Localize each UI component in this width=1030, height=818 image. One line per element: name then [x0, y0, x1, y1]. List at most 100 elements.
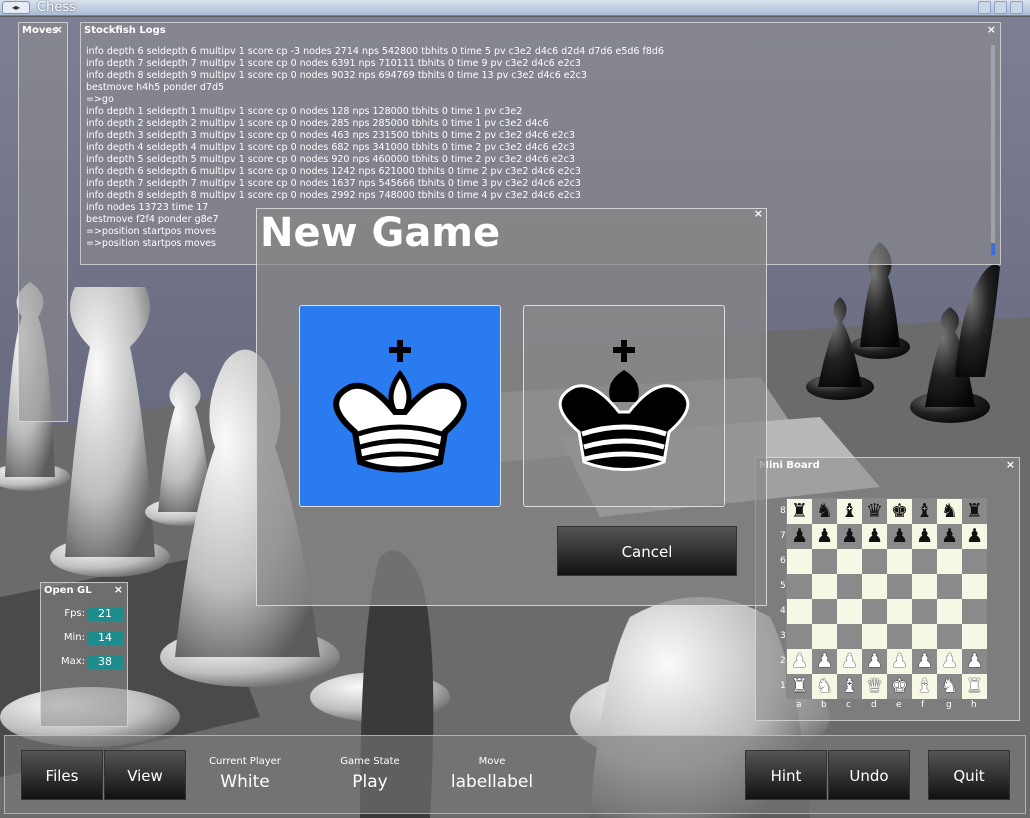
board-square-g7[interactable]: ♟ — [937, 524, 962, 549]
hint-button[interactable]: Hint — [745, 750, 827, 800]
board-square-a4[interactable] — [787, 599, 812, 624]
board-square-f2[interactable]: ♟ — [912, 649, 937, 674]
board-square-c6[interactable] — [837, 549, 862, 574]
board-square-e3[interactable] — [887, 624, 912, 649]
board-square-a7[interactable]: ♟ — [787, 524, 812, 549]
fps-value: 21 — [87, 607, 123, 621]
minimize-icon[interactable] — [978, 1, 991, 14]
mini-board-panel: Mini Board × ♜ ♞ ♝ ♛ ♚ ♝ ♞ ♜ ♟ ♟ ♟ ♟ ♟ ♟ ♟ ♟ ♟ ♟ ♟ ♟ ♟ ♟ ♟ ♟ ♜ ♞ ♝… — [755, 457, 1020, 721]
dialog-close-icon[interactable]: × — [754, 207, 763, 220]
board-square-a2[interactable]: ♟ — [787, 649, 812, 674]
files-button[interactable]: Files — [21, 750, 103, 800]
window-menu-button[interactable]: ◂▸ — [2, 1, 30, 14]
file-label: a — [796, 700, 802, 710]
board-square-a5[interactable] — [787, 574, 812, 599]
logs-close-icon[interactable]: × — [987, 23, 996, 36]
mini-board-close-icon[interactable]: × — [1006, 458, 1015, 471]
close-icon[interactable] — [1010, 1, 1023, 14]
board-square-f5[interactable] — [912, 574, 937, 599]
log-line: info depth 3 seldepth 3 multipv 1 score … — [86, 130, 575, 141]
board-square-h2[interactable]: ♟ — [962, 649, 987, 674]
min-row: Min: 14 — [41, 631, 125, 645]
board-square-g4[interactable] — [937, 599, 962, 624]
moves-close-icon[interactable]: × — [54, 23, 63, 36]
board-square-d3[interactable] — [862, 624, 887, 649]
board-square-a8[interactable]: ♜ — [787, 499, 812, 524]
white-king-choice[interactable] — [299, 305, 501, 507]
fps-row: Fps: 21 — [41, 607, 125, 621]
cancel-button[interactable]: Cancel — [557, 526, 737, 576]
board-square-c7[interactable]: ♟ — [837, 524, 862, 549]
mini-board-grid[interactable]: ♜ ♞ ♝ ♛ ♚ ♝ ♞ ♜ ♟ ♟ ♟ ♟ ♟ ♟ ♟ ♟ ♟ ♟ ♟ ♟ ♟ ♟ ♟ ♟ ♜ ♞ ♝ ♛ ♚ ♝ ♞ ♜ — [786, 498, 987, 699]
board-square-c3[interactable] — [837, 624, 862, 649]
board-square-f1[interactable]: ♝ — [912, 674, 937, 699]
board-square-c2[interactable]: ♟ — [837, 649, 862, 674]
log-line: info depth 1 seldepth 1 multipv 1 score … — [86, 106, 523, 117]
board-square-d4[interactable] — [862, 599, 887, 624]
white-king-icon — [333, 340, 467, 473]
moves-panel-title: Moves — [22, 25, 59, 36]
maximize-icon[interactable] — [994, 1, 1007, 14]
board-square-f8[interactable]: ♝ — [912, 499, 937, 524]
black-king-choice[interactable] — [523, 305, 725, 507]
board-square-d8[interactable]: ♛ — [862, 499, 887, 524]
board-square-a6[interactable] — [787, 549, 812, 574]
board-square-h3[interactable] — [962, 624, 987, 649]
board-square-a3[interactable] — [787, 624, 812, 649]
board-square-a1[interactable]: ♜ — [787, 674, 812, 699]
board-square-d2[interactable]: ♟ — [862, 649, 887, 674]
board-square-f3[interactable] — [912, 624, 937, 649]
board-square-c5[interactable] — [837, 574, 862, 599]
board-square-c1[interactable]: ♝ — [837, 674, 862, 699]
undo-button[interactable]: Undo — [828, 750, 910, 800]
board-square-e8[interactable]: ♚ — [887, 499, 912, 524]
move-value: labellabel — [450, 772, 534, 792]
board-square-h4[interactable] — [962, 599, 987, 624]
3d-chess-scene[interactable]: Moves × Stockfish Logs × info depth 6 se… — [0, 17, 1030, 818]
board-square-d7[interactable]: ♟ — [862, 524, 887, 549]
board-square-b8[interactable]: ♞ — [812, 499, 837, 524]
board-square-e6[interactable] — [887, 549, 912, 574]
board-square-b2[interactable]: ♟ — [812, 649, 837, 674]
board-square-f6[interactable] — [912, 549, 937, 574]
board-square-c4[interactable] — [837, 599, 862, 624]
board-square-e7[interactable]: ♟ — [887, 524, 912, 549]
board-square-e1[interactable]: ♚ — [887, 674, 912, 699]
board-square-e5[interactable] — [887, 574, 912, 599]
logs-scrollbar[interactable] — [991, 45, 995, 255]
board-square-g5[interactable] — [937, 574, 962, 599]
board-square-h6[interactable] — [962, 549, 987, 574]
game-state-label: Game State — [340, 756, 400, 767]
log-line: info depth 6 seldepth 6 multipv 1 score … — [86, 166, 581, 177]
board-square-d6[interactable] — [862, 549, 887, 574]
board-square-b1[interactable]: ♞ — [812, 674, 837, 699]
black-king-icon — [558, 340, 690, 471]
board-square-g6[interactable] — [937, 549, 962, 574]
opengl-close-icon[interactable]: × — [114, 583, 123, 596]
board-square-b5[interactable] — [812, 574, 837, 599]
board-square-c8[interactable]: ♝ — [837, 499, 862, 524]
logs-scrollbar-thumb[interactable] — [991, 243, 995, 255]
board-square-b3[interactable] — [812, 624, 837, 649]
current-player-field: Current Player White — [195, 756, 295, 796]
view-button[interactable]: View — [104, 750, 186, 800]
board-square-f7[interactable]: ♟ — [912, 524, 937, 549]
board-square-b4[interactable] — [812, 599, 837, 624]
file-label: g — [946, 700, 952, 710]
board-square-h7[interactable]: ♟ — [962, 524, 987, 549]
board-square-g8[interactable]: ♞ — [937, 499, 962, 524]
board-square-b6[interactable] — [812, 549, 837, 574]
board-square-d5[interactable] — [862, 574, 887, 599]
board-square-h1[interactable]: ♜ — [962, 674, 987, 699]
board-square-b7[interactable]: ♟ — [812, 524, 837, 549]
board-square-e4[interactable] — [887, 599, 912, 624]
board-square-h8[interactable]: ♜ — [962, 499, 987, 524]
quit-button[interactable]: Quit — [928, 750, 1010, 800]
board-square-h5[interactable] — [962, 574, 987, 599]
board-square-f4[interactable] — [912, 599, 937, 624]
board-square-g2[interactable]: ♟ — [937, 649, 962, 674]
board-square-e2[interactable]: ♟ — [887, 649, 912, 674]
board-square-g3[interactable] — [937, 624, 962, 649]
board-square-d1[interactable]: ♛ — [862, 674, 887, 699]
board-square-g1[interactable]: ♞ — [937, 674, 962, 699]
